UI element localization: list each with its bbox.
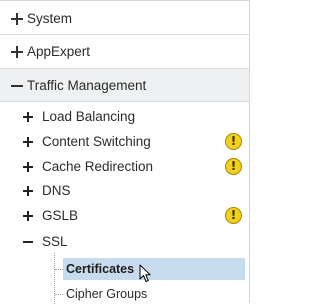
warning-icon: ! [225, 207, 242, 224]
tree-connector-line [55, 294, 63, 295]
tree-item-cache-redirection[interactable]: Cache Redirection ! [0, 155, 249, 180]
nav-section-system[interactable]: System [0, 1, 249, 35]
tree-item-certificates-label[interactable]: Certificates [66, 262, 134, 276]
tree-connector-line [54, 253, 55, 304]
tree-item-label: GSLB [42, 208, 79, 223]
collapse-minus-icon[interactable] [23, 237, 33, 247]
tree-item-load-balancing[interactable]: Load Balancing [0, 105, 249, 130]
tree-item-label: SSL [42, 234, 68, 249]
warning-icon: ! [225, 133, 242, 150]
tree-item-content-switching[interactable]: Content Switching ! [0, 130, 249, 155]
tree-item-label: Content Switching [42, 134, 151, 149]
expand-plus-icon[interactable] [11, 46, 23, 58]
expand-plus-icon[interactable] [23, 186, 33, 196]
mouse-cursor-icon [139, 264, 151, 282]
expand-plus-icon[interactable] [23, 211, 33, 221]
expand-plus-icon[interactable] [23, 137, 33, 147]
nav-section-label: System [27, 11, 73, 26]
tree-item-ssl[interactable]: SSL [0, 230, 249, 255]
expand-plus-icon[interactable] [23, 112, 33, 122]
tree-item-gslb[interactable]: GSLB ! [0, 204, 249, 229]
nav-section-label: Traffic Management [27, 78, 147, 93]
tree-item-label: Load Balancing [42, 109, 136, 124]
nav-section-label: AppExpert [27, 44, 91, 59]
tree-connector-line [55, 269, 63, 270]
nav-section-traffic-management[interactable]: Traffic Management [0, 68, 249, 102]
tree-item-label: DNS [42, 183, 71, 198]
warning-icon: ! [225, 158, 242, 175]
tree-item-dns[interactable]: DNS [0, 179, 249, 204]
collapse-minus-icon[interactable] [11, 80, 23, 92]
nav-section-appexpert[interactable]: AppExpert [0, 35, 249, 69]
expand-plus-icon[interactable] [11, 13, 23, 25]
navigation-tree: System AppExpert Traffic Management Load… [0, 0, 250, 304]
tree-item-label: Cache Redirection [42, 159, 154, 174]
tree-item-cipher-groups-label[interactable]: Cipher Groups [66, 287, 147, 301]
expand-plus-icon[interactable] [23, 162, 33, 172]
